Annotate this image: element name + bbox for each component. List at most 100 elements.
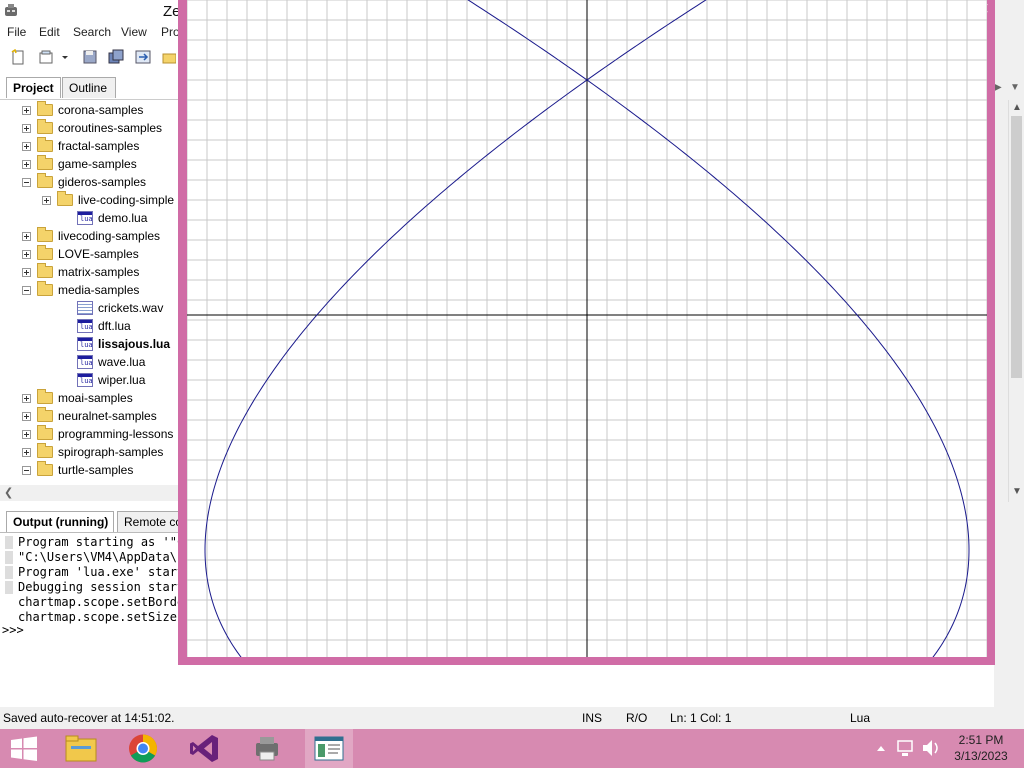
lua-file-icon <box>77 319 93 333</box>
tree-item[interactable]: matrix-samples <box>22 263 139 281</box>
output-line-marker <box>5 581 13 594</box>
folder-icon <box>37 137 53 152</box>
tree-item[interactable]: dft.lua <box>77 317 131 335</box>
menu-view[interactable]: View <box>121 24 147 39</box>
collapse-icon[interactable] <box>22 465 31 475</box>
tab-remote-console[interactable]: Remote co <box>117 511 180 532</box>
tree-item-label: dft.lua <box>98 319 131 333</box>
status-cursor-position: Ln: 1 Col: 1 <box>670 711 732 725</box>
tree-item[interactable]: gideros-samples <box>22 173 146 191</box>
expand-icon[interactable] <box>22 159 31 169</box>
output-line-marker <box>5 566 13 579</box>
zerobrane-app-icon[interactable] <box>3 4 19 18</box>
tree-item-label: livecoding-samples <box>58 229 161 243</box>
folder-icon <box>37 227 53 242</box>
status-insert-mode: INS <box>582 711 603 725</box>
tree-item[interactable]: LOVE-samples <box>22 245 139 263</box>
tree-item-label: spirograph-samples <box>58 445 164 459</box>
scroll-left-icon[interactable]: ❮ <box>4 486 13 499</box>
output-line: "C:\Users\VM4\AppData\L <box>18 550 180 564</box>
output-line: Program 'lua.exe' start <box>18 565 180 579</box>
expand-icon[interactable] <box>22 393 31 403</box>
tree-item[interactable]: game-samples <box>22 155 137 173</box>
output-console[interactable]: >>> Program starting as '"C "C:\Users\VM4… <box>0 532 180 702</box>
tree-item-label: corona-samples <box>58 103 144 117</box>
tree-item[interactable]: corona-samples <box>22 101 143 119</box>
tree-item-label: programming-lessons <box>58 427 174 441</box>
tab-output[interactable]: Output (running) <box>6 511 114 532</box>
open-dropdown-chevron-down-icon[interactable] <box>60 49 70 65</box>
tree-item[interactable]: wiper.lua <box>77 371 145 389</box>
tree-item[interactable]: media-samples <box>22 281 139 299</box>
taskbar-printer-app[interactable] <box>243 729 291 768</box>
expand-icon[interactable] <box>22 411 31 421</box>
expand-icon[interactable] <box>22 141 31 151</box>
expand-icon[interactable] <box>22 105 31 115</box>
taskbar-file-explorer[interactable] <box>57 729 105 768</box>
taskbar-visual-studio[interactable] <box>181 729 229 768</box>
collapse-icon[interactable] <box>22 177 31 187</box>
scrollbar-thumb[interactable] <box>1011 116 1022 378</box>
tab-list-chevron-down-icon[interactable]: ▼ <box>1010 82 1020 93</box>
tree-item-label: fractal-samples <box>58 139 140 153</box>
scroll-up-icon[interactable]: ▲ <box>1012 102 1022 113</box>
save-icon[interactable] <box>82 49 98 65</box>
tree-item[interactable]: programming-lessons <box>22 425 173 443</box>
expand-icon[interactable] <box>42 195 51 205</box>
tree-item[interactable]: spirograph-samples <box>22 443 163 461</box>
new-file-icon[interactable] <box>10 49 26 65</box>
tab-project[interactable]: Project <box>6 77 61 98</box>
tree-item[interactable]: turtle-samples <box>22 461 133 479</box>
expand-icon[interactable] <box>22 429 31 439</box>
project-directory-icon[interactable] <box>135 49 151 65</box>
save-all-icon[interactable] <box>108 49 124 65</box>
expand-icon[interactable] <box>22 447 31 457</box>
tree-item[interactable]: coroutines-samples <box>22 119 162 137</box>
tree-item[interactable]: neuralnet-samples <box>22 407 157 425</box>
tree-item[interactable]: crickets.wav <box>77 299 163 317</box>
taskbar-chrome[interactable] <box>119 729 167 768</box>
tree-item-label: crickets.wav <box>98 301 164 315</box>
tree-item[interactable]: wave.lua <box>77 353 145 371</box>
folder-icon <box>37 461 53 476</box>
scroll-down-icon[interactable]: ▼ <box>1012 486 1022 497</box>
collapse-icon[interactable] <box>22 285 31 295</box>
chrome-icon <box>129 734 157 763</box>
folder-icon <box>37 425 53 440</box>
tray-show-hidden-icon[interactable] <box>874 729 888 768</box>
menu-search[interactable]: Search <box>73 24 111 39</box>
open-file-icon[interactable] <box>38 49 54 65</box>
tree-item[interactable]: livecoding-samples <box>22 227 160 245</box>
file-explorer-icon <box>65 735 97 762</box>
folder-icon[interactable] <box>162 49 176 65</box>
menu-edit[interactable]: Edit <box>39 24 60 39</box>
network-icon[interactable] <box>896 729 916 768</box>
tab-outline[interactable]: Outline <box>62 77 116 98</box>
tree-item[interactable]: live-coding-simple <box>42 191 174 209</box>
tree-item[interactable]: moai-samples <box>22 389 133 407</box>
console-prompt[interactable]: >>> <box>2 623 24 637</box>
taskbar-clock[interactable]: 2:51 PM 3/13/2023 <box>950 732 1012 764</box>
menu-file[interactable]: File <box>7 24 26 39</box>
tree-item[interactable]: demo.lua <box>77 209 147 227</box>
tab-scroll-right-icon[interactable]: ▶ <box>994 82 1002 93</box>
taskbar-zerobrane[interactable] <box>305 729 353 768</box>
lua-file-icon <box>77 211 93 225</box>
folder-icon <box>37 119 53 134</box>
expand-icon[interactable] <box>22 267 31 277</box>
start-button[interactable] <box>0 729 48 768</box>
folder-icon <box>37 407 53 422</box>
expand-icon[interactable] <box>22 123 31 133</box>
editor-vertical-scrollbar[interactable]: ▲ ▼ <box>1008 100 1024 502</box>
volume-icon[interactable] <box>920 729 942 768</box>
tree-item[interactable]: fractal-samples <box>22 137 139 155</box>
menu-project[interactable]: Pro <box>161 24 180 39</box>
expand-icon[interactable] <box>22 231 31 241</box>
tree-item[interactable]: lissajous.lua <box>77 335 170 353</box>
clock-date: 3/13/2023 <box>954 749 1008 763</box>
tree-horizontal-scrollbar[interactable]: ❮ <box>0 485 180 501</box>
project-tree[interactable]: corona-samples coroutines-samples fractal-… <box>0 99 180 485</box>
expand-icon[interactable] <box>22 249 31 259</box>
tree-item-label: wiper.lua <box>98 373 146 387</box>
tree-item-label: turtle-samples <box>58 463 134 477</box>
